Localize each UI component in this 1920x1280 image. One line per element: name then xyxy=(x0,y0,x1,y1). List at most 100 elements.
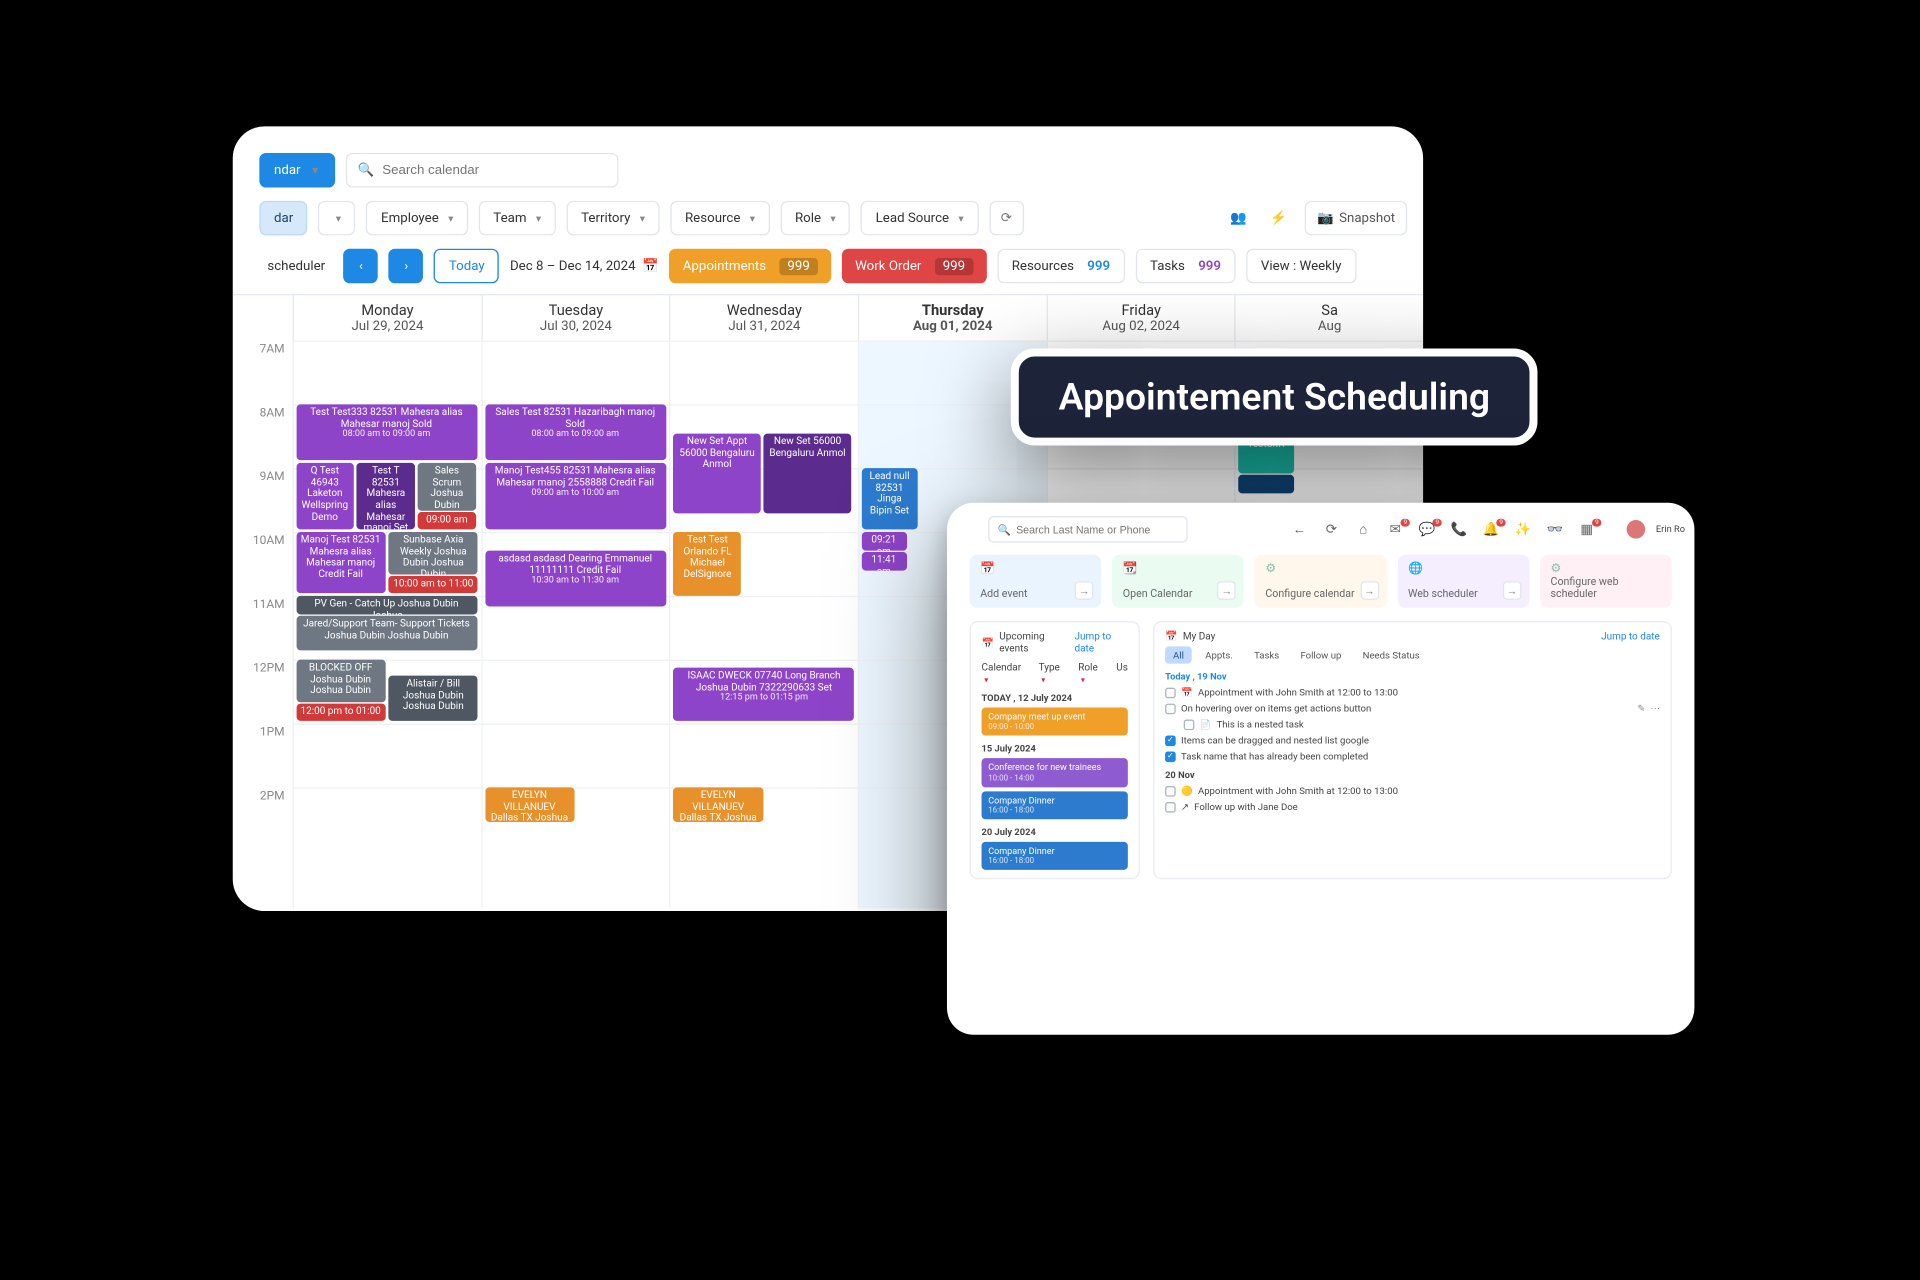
tile-configure-calendar[interactable]: ⚙Configure calendar→ xyxy=(1255,555,1387,608)
mini-filter[interactable]: Us xyxy=(1116,661,1128,685)
mini-event[interactable]: Company Dinner16:00 - 18:00 xyxy=(982,791,1128,819)
tab-followup[interactable]: Follow up xyxy=(1292,646,1349,663)
tile-open-calendar[interactable]: 📆Open Calendar→ xyxy=(1112,555,1244,608)
checkbox[interactable]: ✓ xyxy=(1165,735,1176,746)
filter-team[interactable]: Team▾ xyxy=(479,201,556,236)
jump-to-date-link[interactable]: Jump to date xyxy=(1074,630,1127,654)
avatar[interactable] xyxy=(1627,520,1646,539)
phone-icon[interactable]: 📞 xyxy=(1448,522,1469,537)
reload-button[interactable]: ⟳ xyxy=(989,201,1024,236)
tab-needs[interactable]: Needs Status xyxy=(1355,646,1428,663)
next-week-button[interactable]: › xyxy=(389,249,424,284)
prev-week-button[interactable]: ‹ xyxy=(344,249,379,284)
search-calendar-input[interactable] xyxy=(382,163,606,178)
filter-role[interactable]: Role▾ xyxy=(780,201,850,236)
event[interactable]: Test Test333 82531 Mahesra alias Mahesar… xyxy=(296,404,477,460)
checkbox[interactable] xyxy=(1184,719,1195,730)
today-button[interactable]: Today xyxy=(434,249,499,284)
event[interactable]: Test Test Orlando FL Michael DelSignore xyxy=(674,532,742,596)
spark-icon[interactable]: ✨ xyxy=(1512,522,1533,537)
users-icon[interactable]: 👥 xyxy=(1225,205,1252,232)
caret-filter[interactable]: ▾ xyxy=(318,201,355,236)
task-row[interactable]: ✓Items can be dragged and nested list go… xyxy=(1165,734,1660,746)
glasses-icon[interactable]: 👓 xyxy=(1544,522,1565,537)
view-selector[interactable]: View : Weekly xyxy=(1246,249,1356,284)
event[interactable]: 12:00 pm to 01:00 xyxy=(296,704,385,721)
event[interactable]: Jared/Support Team- Support Tickets Josh… xyxy=(296,616,477,651)
search-name-input[interactable] xyxy=(1016,523,1178,535)
bolt-icon[interactable]: ⚡ xyxy=(1265,205,1292,232)
filter-territory[interactable]: Territory▾ xyxy=(566,201,659,236)
jump-to-date-link[interactable]: Jump to date xyxy=(1601,630,1660,642)
tile-add-event[interactable]: 📅Add event→ xyxy=(970,555,1102,608)
task-row[interactable]: On hovering over on items get actions bu… xyxy=(1165,702,1660,714)
event[interactable] xyxy=(1238,475,1295,494)
task-row[interactable]: 🟡Appointment with John Smith at 12:00 to… xyxy=(1165,785,1660,797)
event[interactable]: BLOCKED OFF Joshua Dubin Joshua Dubin xyxy=(296,660,385,703)
edit-icon[interactable]: ✎ xyxy=(1637,703,1645,714)
more-icon[interactable]: ⋯ xyxy=(1651,703,1660,714)
event[interactable]: Sales Test 82531 Hazaribagh manoj Sold08… xyxy=(485,404,666,460)
filter-employee[interactable]: Employee▾ xyxy=(366,201,468,236)
event[interactable]: New Set Appt 56000 Bengaluru Anmol xyxy=(674,434,761,514)
event[interactable]: PV Gen - Catch Up Joshua Dubin Joshua xyxy=(296,596,477,615)
event[interactable]: Lead null 82531 Jinga Bipin Set xyxy=(861,468,918,529)
subtab-dar[interactable]: dar xyxy=(259,201,308,236)
checkbox[interactable] xyxy=(1165,703,1176,714)
date-range[interactable]: Dec 8 – Dec 14, 2024 📅 xyxy=(510,259,659,274)
event[interactable]: New Set 56000 Bengaluru Anmol xyxy=(764,434,851,514)
snapshot-button[interactable]: 📷Snapshot xyxy=(1305,201,1407,236)
mini-event[interactable]: Company Dinner16:00 - 18:00 xyxy=(982,842,1128,870)
task-row[interactable]: 📅Appointment with John Smith at 12:00 to… xyxy=(1165,686,1660,698)
mini-event[interactable]: Conference for new trainees10:00 - 14:00 xyxy=(982,759,1128,787)
checkbox[interactable]: ✓ xyxy=(1165,751,1176,762)
tile-web-scheduler[interactable]: 🌐Web scheduler→ xyxy=(1397,555,1529,608)
grid-icon[interactable]: ▦9 xyxy=(1576,522,1597,537)
search-calendar-field[interactable]: 🔍 xyxy=(346,153,619,188)
event[interactable]: 10:00 am to 11:00 xyxy=(389,576,478,593)
checkbox[interactable] xyxy=(1165,687,1176,698)
task-row[interactable]: ✓Task name that has already been complet… xyxy=(1165,750,1660,762)
appointments-pill[interactable]: Appointments999 xyxy=(669,249,831,284)
tab-tasks[interactable]: Tasks xyxy=(1246,646,1287,663)
checkbox[interactable] xyxy=(1165,801,1176,812)
event[interactable]: 09:21 am xyxy=(861,532,906,551)
event[interactable]: Manoj Test 82531 Mahesra alias Mahesar m… xyxy=(296,532,385,593)
refresh-icon[interactable]: ⟳ xyxy=(1321,522,1342,537)
event[interactable]: EVELYN VILLANUEV Dallas TX Joshua xyxy=(485,787,574,822)
mini-filter[interactable]: Type ▾ xyxy=(1039,661,1068,685)
event[interactable]: Alistair / Bill Joshua Dubin Joshua Dubi… xyxy=(389,676,478,721)
task-row[interactable]: 📄This is a nested task xyxy=(1165,718,1660,730)
tile-configure-web[interactable]: ⚙Configure web scheduler xyxy=(1540,555,1672,608)
event[interactable]: Test T 82531 Mahesra alias Mahesar manoj… xyxy=(357,463,415,530)
mini-event[interactable]: Company meet up event09:00 - 10:00 xyxy=(982,708,1128,736)
calendar-tab[interactable]: ndar▼ xyxy=(259,153,335,188)
calendar-icon: 📆 xyxy=(1123,563,1234,576)
back-icon[interactable]: ← xyxy=(1289,522,1310,537)
filter-resource[interactable]: Resource▾ xyxy=(670,201,769,236)
event[interactable]: 09:00 am xyxy=(418,512,476,529)
mini-filter[interactable]: Role ▾ xyxy=(1078,661,1105,685)
event[interactable]: Q Test 46943 Laketon Wellspring Demo xyxy=(296,463,354,530)
tab-appts[interactable]: Appts. xyxy=(1197,646,1241,663)
mini-filter[interactable]: Calendar ▾ xyxy=(982,661,1028,685)
event[interactable]: EVELYN VILLANUEV Dallas TX Joshua xyxy=(674,787,763,822)
task-row[interactable]: ↗Follow up with Jane Doe xyxy=(1165,801,1660,813)
event[interactable]: Manoj Test455 82531 Mahesra alias Mahesa… xyxy=(485,463,666,530)
chat-icon[interactable]: 💬9 xyxy=(1416,522,1437,537)
filter-leadsource[interactable]: Lead Source▾ xyxy=(861,201,978,236)
workorder-pill[interactable]: Work Order999 xyxy=(842,249,987,284)
tab-all[interactable]: All xyxy=(1165,646,1192,663)
bell-icon[interactable]: 🔔9 xyxy=(1480,522,1501,537)
event[interactable]: 11:41 am xyxy=(861,552,906,571)
event[interactable]: Sales Scrum Joshua Dubin Joshua Dubin xyxy=(418,463,476,511)
event[interactable]: ISAAC DWECK 07740 Long Branch Joshua Dub… xyxy=(674,668,855,721)
home-icon[interactable]: ⌂ xyxy=(1353,522,1374,537)
search-name-field[interactable]: 🔍 xyxy=(988,516,1188,543)
resources-counter[interactable]: Resources999 xyxy=(997,249,1125,284)
event[interactable]: Sunbase Axia Weekly Joshua Dubin Joshua … xyxy=(389,532,478,575)
event[interactable]: asdasd asdasd Dearing Emmanuel 11111111 … xyxy=(485,551,666,607)
mail-icon[interactable]: ✉9 xyxy=(1385,522,1406,537)
checkbox[interactable] xyxy=(1165,785,1176,796)
tasks-counter[interactable]: Tasks999 xyxy=(1135,249,1235,284)
